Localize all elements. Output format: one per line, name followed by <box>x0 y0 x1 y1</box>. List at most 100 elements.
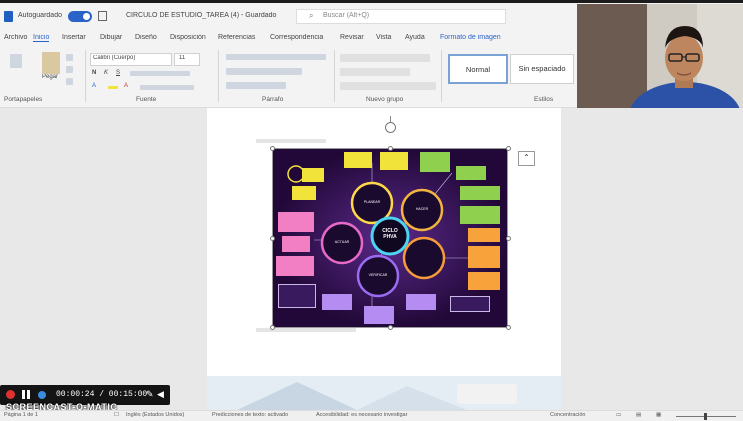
note-green <box>420 152 450 172</box>
resize-handle[interactable] <box>388 146 393 151</box>
editor-item[interactable] <box>340 68 410 76</box>
paste-label: Pegar <box>42 74 59 80</box>
next-page-image <box>207 376 561 410</box>
editor-item[interactable] <box>340 54 430 62</box>
word-logo-icon <box>4 11 13 22</box>
document-page-next[interactable] <box>207 376 561 410</box>
underline-icon[interactable]: S <box>116 70 120 76</box>
status-text-predictions[interactable]: Predicciones de texto: activado <box>212 412 288 418</box>
autosave-label: Autoguardado <box>18 12 62 19</box>
note-yellow <box>344 152 372 168</box>
status-language[interactable]: Inglés (Estados Unidos) <box>126 412 184 418</box>
tab-insert[interactable]: Insertar <box>62 34 86 41</box>
pause-icon[interactable] <box>22 390 30 399</box>
note-purple <box>322 294 352 310</box>
text-effects-icon[interactable]: A <box>92 83 96 89</box>
document-title[interactable]: CIRCULO DE ESTUDIO_TAREA (4) - Guardado <box>126 12 276 19</box>
note-pink <box>278 212 314 232</box>
proofing-icon[interactable]: ☐ <box>114 412 119 418</box>
status-bar: Página 1 de 1 ☐ Inglés (Estados Unidos) … <box>0 410 743 421</box>
pen-icon[interactable]: ✎ <box>146 389 154 400</box>
tab-picture-format[interactable]: Formato de imagen <box>440 34 501 41</box>
web-layout-icon[interactable]: ▦ <box>656 412 661 418</box>
webcam-toggle-icon[interactable] <box>38 391 46 399</box>
status-focus[interactable]: Concentración <box>550 412 585 418</box>
tab-view[interactable]: Vista <box>376 34 391 41</box>
phase-label-plan: PLANEAR <box>363 200 381 204</box>
note-yellow <box>292 186 316 200</box>
undo-icon[interactable] <box>10 54 22 68</box>
font-size-select[interactable]: 11 <box>174 53 200 66</box>
resize-handle[interactable] <box>506 146 511 151</box>
autosave-toggle[interactable] <box>68 11 92 22</box>
webcam-person-image <box>577 4 743 108</box>
group-label-paragraph: Párrafo <box>262 96 284 103</box>
tab-draw[interactable]: Dibujar <box>100 34 122 41</box>
tab-layout[interactable]: Disposición <box>170 34 206 41</box>
style-no-spacing[interactable]: Sin espaciado <box>510 54 574 84</box>
paste-icon[interactable] <box>42 52 60 74</box>
search-icon: ⌕ <box>309 11 314 20</box>
note-green <box>460 206 500 224</box>
note-purple <box>406 294 436 310</box>
ribbon-tabs: Archivo Inicio Insertar Dibujar Diseño D… <box>0 28 577 46</box>
read-mode-icon[interactable]: ▭ <box>616 412 621 418</box>
tab-mailings[interactable]: Correspondencia <box>270 34 323 41</box>
tab-file[interactable]: Archivo <box>4 34 27 41</box>
note-orange <box>468 246 500 268</box>
font-size-value: 11 <box>179 55 186 61</box>
phase-label-do: HACER <box>415 207 429 211</box>
pdca-infographic[interactable]: CICLO PHVA PLANEAR HACER VERIFICAR ACTUA… <box>272 148 508 328</box>
tab-help[interactable]: Ayuda <box>405 34 425 41</box>
font-color-icon[interactable]: A <box>124 83 128 89</box>
format-painter-icon[interactable] <box>66 78 73 85</box>
group-label-clipboard: Portapapeles <box>4 96 43 103</box>
search-box[interactable]: ⌕ Buscar (Alt+Q) <box>296 9 506 24</box>
tab-design[interactable]: Diseño <box>135 34 157 41</box>
record-indicator-icon[interactable] <box>6 390 15 399</box>
recording-timer: 00:00:24 / 00:15:00 <box>56 390 148 399</box>
note-dark <box>278 284 316 308</box>
font-size-icons[interactable] <box>140 85 194 90</box>
resize-handle[interactable] <box>388 325 393 330</box>
layout-options-icon[interactable]: ⌃ <box>518 151 535 166</box>
italic-icon[interactable]: K <box>104 70 108 76</box>
resize-handle[interactable] <box>270 325 275 330</box>
phase-label-check: VERIFICAR <box>368 273 388 277</box>
group-label-font: Fuente <box>136 96 157 103</box>
rotate-handle-icon[interactable] <box>385 122 396 133</box>
style-normal[interactable]: Normal <box>448 54 508 84</box>
font-format-icons[interactable] <box>130 71 190 76</box>
list-icons[interactable] <box>226 54 326 60</box>
tab-home[interactable]: Inicio <box>33 34 50 42</box>
note-dark <box>450 296 490 312</box>
note-green <box>456 166 486 180</box>
resize-handle[interactable] <box>270 146 275 151</box>
group-label-styles: Estilos <box>534 96 554 103</box>
save-icon[interactable] <box>98 11 107 21</box>
highlight-icon[interactable] <box>108 86 118 89</box>
font-name-select[interactable]: Calibri (Cuerpo) <box>90 53 172 66</box>
tab-references[interactable]: Referencias <box>218 34 255 41</box>
audio-icon[interactable]: ◀ <box>157 389 164 400</box>
group-divider <box>218 50 219 102</box>
resize-handle[interactable] <box>506 236 511 241</box>
resize-handle[interactable] <box>270 236 275 241</box>
status-accessibility[interactable]: Accesibilidad: es necesario investigar <box>316 412 407 418</box>
note-orange <box>468 228 500 242</box>
group-label-editor: Nuevo grupo <box>366 96 404 103</box>
shading-borders-icons[interactable] <box>226 82 286 89</box>
editor-item[interactable] <box>340 82 436 90</box>
search-placeholder: Buscar (Alt+Q) <box>323 12 370 19</box>
document-background-left <box>0 108 207 410</box>
group-divider <box>441 50 442 102</box>
alignment-icons[interactable] <box>226 68 302 75</box>
print-layout-icon[interactable]: ▤ <box>636 412 641 418</box>
resize-handle[interactable] <box>506 325 511 330</box>
zoom-slider-thumb[interactable] <box>704 413 707 420</box>
bold-icon[interactable]: N <box>92 70 96 76</box>
status-page[interactable]: Página 1 de 1 <box>4 412 38 418</box>
copy-icon[interactable] <box>66 66 73 73</box>
cut-icon[interactable] <box>66 54 73 61</box>
tab-review[interactable]: Revisar <box>340 34 364 41</box>
